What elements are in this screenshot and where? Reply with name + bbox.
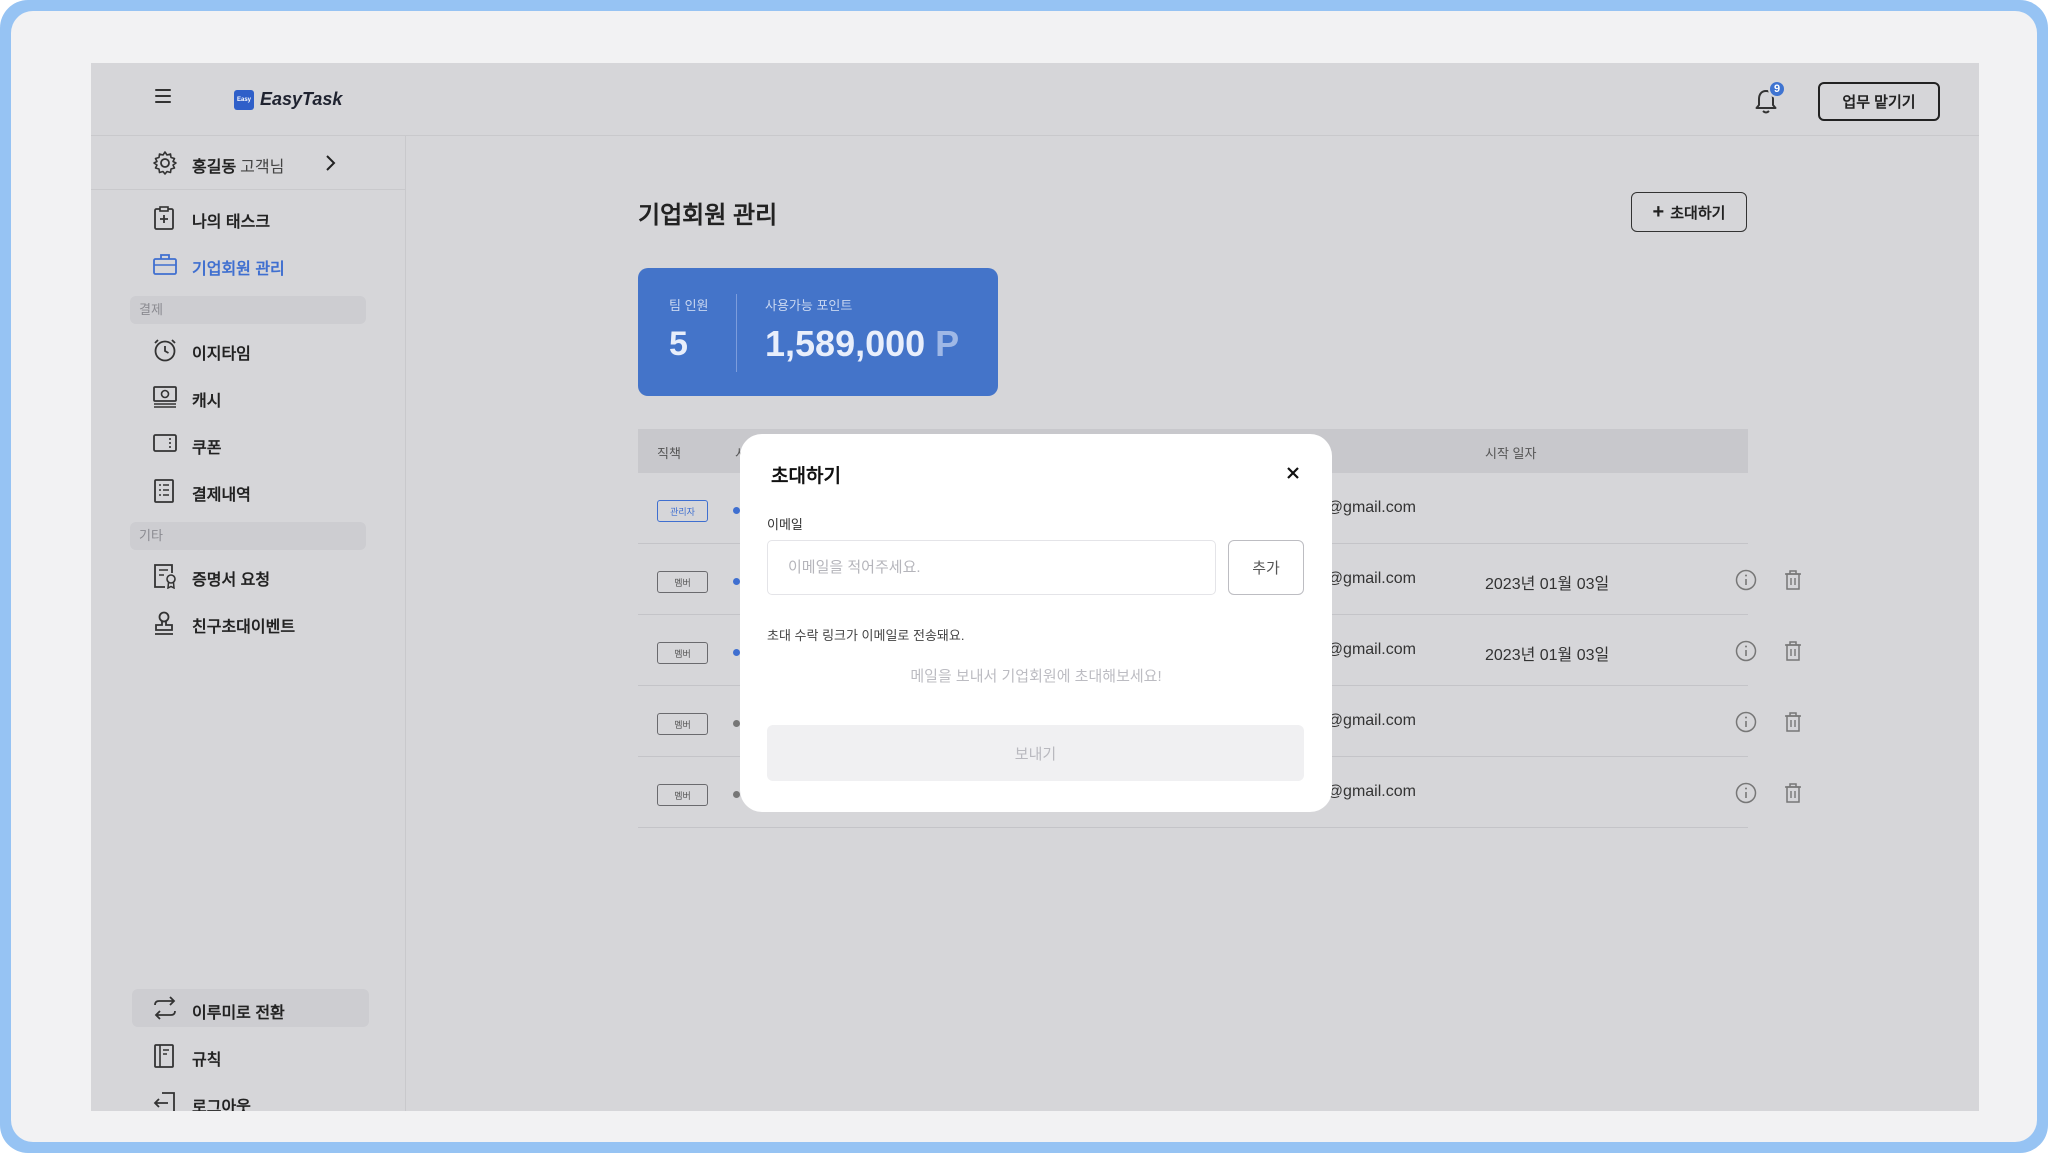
sidebar-item-rules[interactable]: 규칙 [132, 1036, 369, 1074]
receipt-icon [154, 479, 174, 503]
role-badge: 멤버 [657, 642, 708, 664]
chevron-right-icon [326, 155, 336, 171]
app-container: Easy EasyTask 9 업무 맡기기 홍길동 고객님 나의 태스크 기업… [91, 63, 1979, 1111]
sidebar-item-cash[interactable]: 캐시 [132, 377, 369, 415]
trash-icon[interactable] [1783, 711, 1803, 733]
sidebar-item-label: 쿠폰 [192, 440, 222, 457]
sidebar-item-label: 이지타임 [192, 346, 251, 363]
role-badge: 멤버 [657, 571, 708, 593]
page-title: 기업회원 관리 [638, 202, 778, 229]
points-label: 사용가능 포인트 [765, 298, 853, 313]
trash-icon[interactable] [1783, 640, 1803, 662]
email-label: 이메일 [767, 517, 803, 532]
info-icon[interactable] [1735, 640, 1757, 662]
sidebar-item-label: 친구초대이벤트 [192, 619, 296, 636]
sidebar-item-payment-history[interactable]: 결제내역 [132, 471, 369, 509]
profile-name-text: 홍길동 [192, 159, 237, 176]
top-bar: Easy EasyTask 9 업무 맡기기 [91, 63, 1979, 136]
sidebar-item-label: 캐시 [192, 393, 222, 410]
modal-title: 초대하기 [771, 466, 841, 487]
briefcase-icon [153, 254, 177, 275]
invite-button-label: 초대하기 [1670, 204, 1726, 222]
sidebar-item-certificate[interactable]: 증명서 요청 [132, 556, 369, 594]
status-dot [733, 578, 740, 585]
trash-icon[interactable] [1783, 569, 1803, 591]
info-icon[interactable] [1735, 782, 1757, 804]
sidebar: 홍길동 고객님 나의 태스크 기업회원 관리 결제 이지타임 캐시 쿠폰 결제내… [91, 136, 406, 1111]
book-icon [154, 1044, 174, 1068]
points-value: 1,589,000 P [765, 323, 959, 365]
role-badge: 관리자 [657, 500, 708, 522]
section-label-payment: 결제 [130, 296, 366, 324]
assign-task-button[interactable]: 업무 맡기기 [1818, 82, 1940, 121]
points-unit: P [935, 323, 960, 364]
profile-suffix: 고객님 [240, 159, 285, 176]
start-date: 2023년 01월 03일 [1485, 647, 1610, 664]
sidebar-item-label: 이루미로 전환 [192, 1005, 285, 1022]
stats-divider [736, 294, 737, 372]
logout-icon [153, 1092, 175, 1111]
status-dot [733, 507, 740, 514]
trash-icon[interactable] [1783, 782, 1803, 804]
close-icon[interactable] [1284, 464, 1302, 482]
logo-mark: Easy [234, 89, 254, 110]
email-input[interactable] [767, 540, 1216, 595]
gear-icon [153, 151, 177, 175]
points-amount: 1,589,000 [765, 323, 926, 364]
empty-state-text: 메일을 보내서 기업회원에 초대해보세요! [910, 668, 1162, 685]
stats-card: 팀 인원 5 사용가능 포인트 1,589,000 P [638, 268, 998, 396]
screen: Easy EasyTask 9 업무 맡기기 홍길동 고객님 나의 태스크 기업… [11, 11, 2037, 1142]
clipboard-plus-icon [154, 206, 174, 230]
notification-badge: 9 [1768, 80, 1786, 98]
coupon-icon [153, 434, 177, 452]
sidebar-item-label: 로그아웃 [192, 1099, 251, 1111]
cash-icon [153, 386, 177, 408]
helper-text: 초대 수락 링크가 이메일로 전송돼요. [767, 628, 965, 643]
info-icon[interactable] [1735, 569, 1757, 591]
sidebar-item-label: 증명서 요청 [192, 572, 271, 589]
plus-icon: + [1652, 201, 1665, 223]
sidebar-item-label: 기업회원 관리 [192, 261, 285, 278]
status-dot [733, 649, 740, 656]
menu-icon[interactable] [155, 89, 171, 103]
sidebar-item-label: 규칙 [192, 1052, 222, 1069]
info-icon[interactable] [1735, 711, 1757, 733]
status-dot [733, 720, 740, 727]
sidebar-item-label: 나의 태스크 [192, 214, 271, 231]
team-size-label: 팀 인원 [669, 298, 709, 313]
role-badge: 멤버 [657, 784, 708, 806]
role-badge: 멤버 [657, 713, 708, 735]
team-size-value: 5 [669, 325, 688, 363]
clock-icon [154, 339, 176, 362]
start-date: 2023년 01월 03일 [1485, 576, 1610, 593]
profile-row[interactable]: 홍길동 고객님 [91, 136, 405, 190]
sidebar-item-corporate-members[interactable]: 기업회원 관리 [132, 245, 369, 283]
invite-button[interactable]: + 초대하기 [1631, 192, 1747, 232]
logo-text: EasyTask [260, 89, 343, 109]
sidebar-item-label: 결제내역 [192, 487, 251, 504]
profile-name: 홍길동 고객님 [192, 153, 284, 177]
column-header-start-date: 시작 일자 [1485, 446, 1537, 461]
sidebar-item-logout[interactable]: 로그아웃 [132, 1083, 369, 1111]
status-dot [733, 791, 740, 798]
certificate-icon [154, 564, 176, 589]
send-button[interactable]: 보내기 [767, 725, 1304, 781]
column-header-role: 직책 [657, 446, 681, 461]
switch-icon [154, 996, 176, 1020]
section-label-other: 기타 [130, 522, 366, 550]
stamp-icon [155, 611, 173, 635]
sidebar-item-coupon[interactable]: 쿠폰 [132, 424, 369, 462]
sidebar-item-easytime[interactable]: 이지타임 [132, 330, 369, 368]
sidebar-item-my-tasks[interactable]: 나의 태스크 [132, 198, 369, 236]
invite-modal: 초대하기 이메일 추가 초대 수락 링크가 이메일로 전송돼요. 메일을 보내서… [740, 434, 1332, 812]
sidebar-item-invite-friends[interactable]: 친구초대이벤트 [132, 603, 369, 641]
logo[interactable]: Easy EasyTask [234, 89, 342, 110]
sidebar-item-switch-mode[interactable]: 이루미로 전환 [132, 989, 369, 1027]
add-email-button[interactable]: 추가 [1228, 540, 1304, 595]
